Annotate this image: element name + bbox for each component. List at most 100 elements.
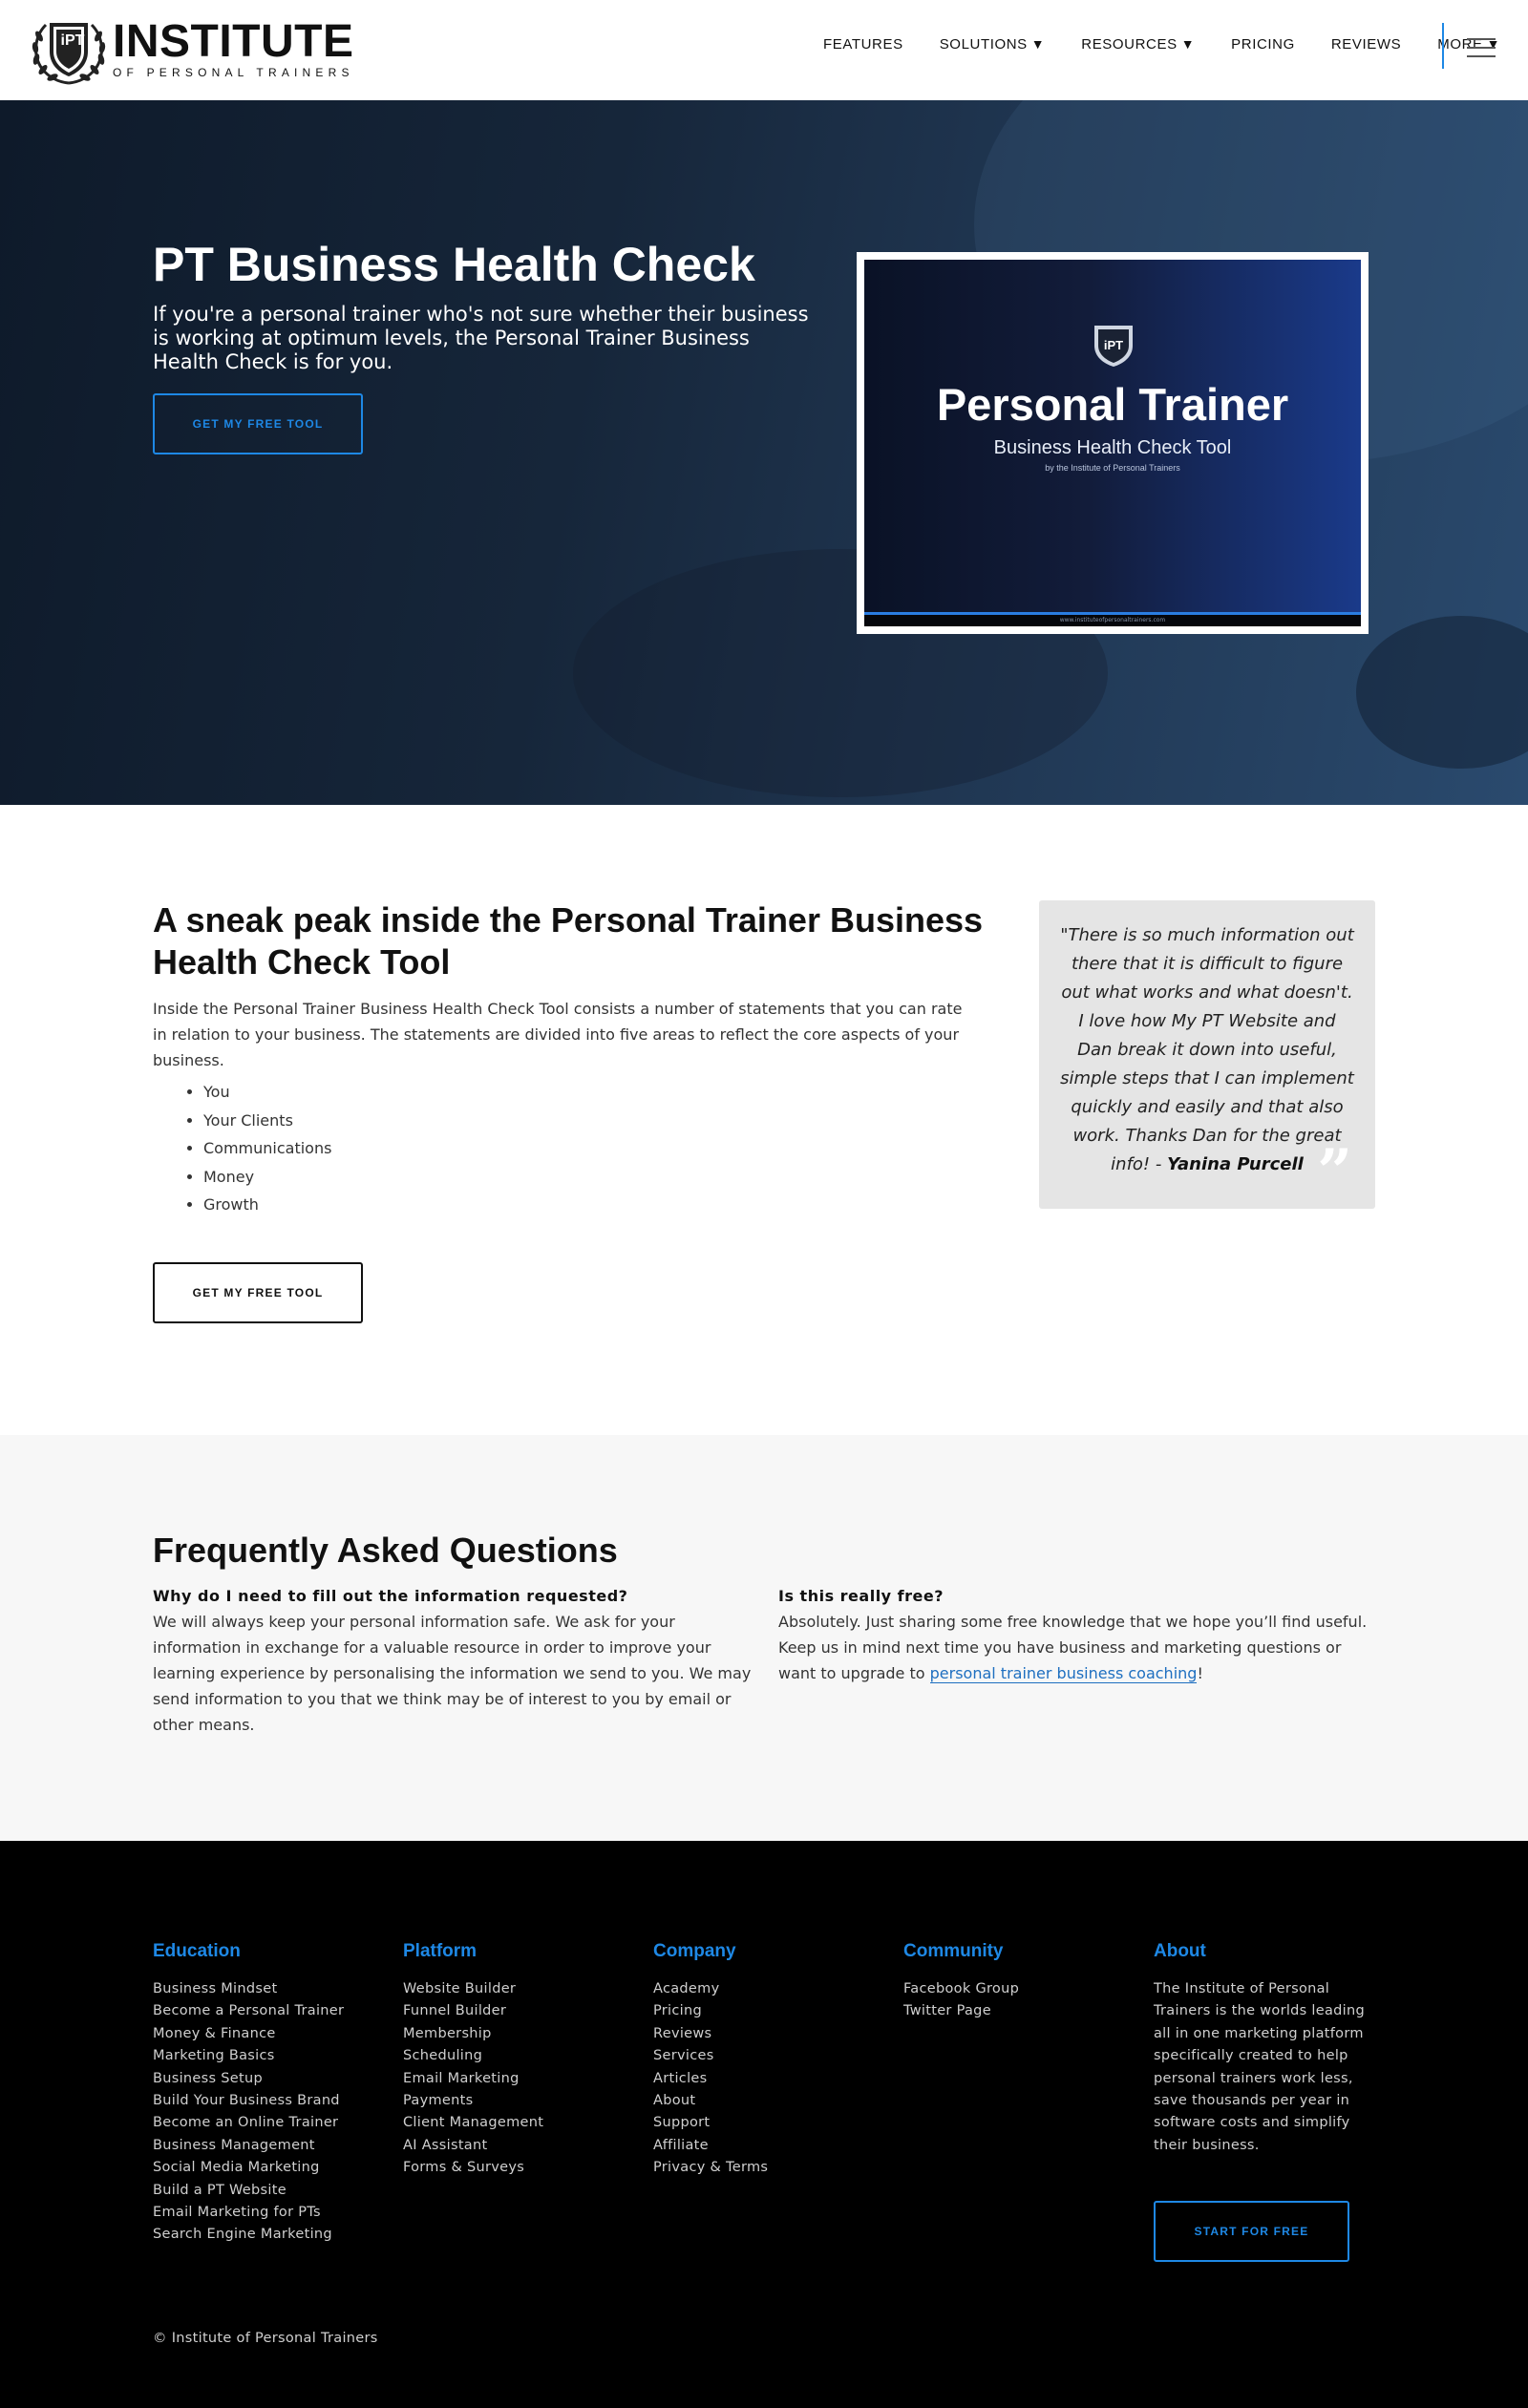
hero-title: PT Business Health Check (153, 238, 755, 291)
hero-subtitle: If you're a personal trainer who's not s… (153, 303, 809, 373)
nav-label: RESOURCES (1081, 36, 1178, 53)
faq-question: Why do I need to fill out the informatio… (153, 1587, 628, 1605)
footer-link[interactable]: Email Marketing (403, 2068, 543, 2090)
list-item: Growth (203, 1191, 331, 1219)
promo-cover: iPT Personal Trainer Business Health Che… (864, 260, 1361, 626)
footer-link[interactable]: Business Mindset (153, 1978, 344, 2000)
site-footer: Education Business Mindset Become a Pers… (0, 1841, 1528, 2408)
footer-link[interactable]: Twitter Page (903, 2000, 1019, 2022)
logo-badge-label: iPT (61, 32, 85, 49)
footer-link[interactable]: Membership (403, 2023, 543, 2045)
copyright: © Institute of Personal Trainers (153, 2331, 378, 2346)
nav-solutions[interactable]: SOLUTIONS ▼ (940, 36, 1046, 53)
footer-link[interactable]: Search Engine Marketing (153, 2224, 344, 2246)
testimonial-author: Yanina Purcell (1167, 1154, 1304, 1174)
footer-link[interactable]: Become a Personal Trainer (153, 2000, 344, 2022)
faq-answer: Absolutely. Just sharing some free knowl… (778, 1609, 1380, 1686)
footer-column-platform: Platform Website Builder Funnel Builder … (403, 1941, 543, 2180)
list-item: Communications (203, 1134, 331, 1163)
footer-link[interactable]: About (653, 2090, 768, 2112)
footer-column-about: About The Institute of Personal Trainers… (1154, 1941, 1383, 2157)
footer-column-community: Community Facebook Group Twitter Page (903, 1941, 1019, 2023)
site-header: INSTITUTE OF PERSONAL TRAINERS iPT FEATU… (0, 0, 1528, 100)
promo-badge-label: iPT (1104, 338, 1123, 352)
nav-label: PRICING (1231, 36, 1295, 53)
faq-title: Frequently Asked Questions (153, 1531, 618, 1570)
footer-link[interactable]: Scheduling (403, 2045, 543, 2067)
kettlebell-silhouette (1356, 616, 1528, 769)
logo-badge-text: iPT (61, 32, 85, 49)
footer-link[interactable]: Money & Finance (153, 2023, 344, 2045)
footer-heading: About (1154, 1941, 1206, 1961)
footer-link[interactable]: Privacy & Terms (653, 2157, 768, 2179)
list-item: You (203, 1078, 331, 1107)
footer-link[interactable]: Marketing Basics (153, 2045, 344, 2067)
footer-link[interactable]: Reviews (653, 2023, 768, 2045)
nav-features[interactable]: FEATURES (823, 36, 903, 53)
areas-list: You Your Clients Communications Money Gr… (203, 1078, 331, 1219)
hamburger-menu-icon[interactable] (1467, 38, 1496, 57)
section-title: A sneak peak inside the Personal Trainer… (153, 900, 984, 982)
list-item: Money (203, 1163, 331, 1192)
nav-label: REVIEWS (1330, 36, 1402, 53)
footer-link[interactable]: AI Assistant (403, 2135, 543, 2157)
faq-answer: We will always keep your personal inform… (153, 1613, 752, 1734)
footer-link[interactable]: Email Marketing for PTs (153, 2202, 344, 2224)
footer-heading: Company (653, 1941, 736, 1961)
footer-link[interactable]: Pricing (653, 2000, 768, 2022)
footer-link[interactable]: Social Media Marketing (153, 2157, 344, 2179)
footer-link[interactable]: Forms & Surveys (403, 2157, 543, 2179)
footer-heading: Community (903, 1941, 1004, 1961)
footer-link[interactable]: Funnel Builder (403, 2000, 543, 2022)
start-for-free-button[interactable]: START FOR FREE (1154, 2201, 1349, 2262)
footer-link[interactable]: Website Builder (403, 1978, 543, 2000)
testimonial-text: "There is so much information out there … (1060, 921, 1354, 1179)
footer-link[interactable]: Affiliate (653, 2135, 768, 2157)
testimonial-card: "There is so much information out there … (1039, 900, 1375, 1209)
faq-answer-end: ! (1197, 1664, 1203, 1682)
nav-label: FEATURES (823, 36, 903, 53)
footer-heading: Platform (403, 1941, 478, 1961)
section-paragraph: Inside the Personal Trainer Business Hea… (153, 1000, 963, 1069)
nav-resources[interactable]: RESOURCES ▼ (1081, 36, 1195, 53)
footer-link[interactable]: Articles (653, 2068, 768, 2090)
footer-link[interactable]: Support (653, 2112, 768, 2134)
laurel-badge-icon (29, 13, 109, 86)
logo-wordmark: INSTITUTE OF PERSONAL TRAINERS (113, 16, 354, 80)
logo-sub-text: OF PERSONAL TRAINERS (113, 66, 354, 79)
hero-section: PT Business Health Check If you're a per… (0, 100, 1528, 805)
footer-link[interactable]: Build a PT Website (153, 2180, 344, 2202)
footer-link[interactable]: Business Setup (153, 2068, 344, 2090)
footer-link[interactable]: Client Management (403, 2112, 543, 2134)
footer-heading: Education (153, 1941, 241, 1961)
nav-pricing[interactable]: PRICING (1231, 36, 1295, 53)
promo-footer-url: www.instituteofpersonaltrainers.com (864, 615, 1361, 626)
promo-image: iPT Personal Trainer Business Health Che… (857, 252, 1369, 634)
get-free-tool-button[interactable]: GET MY FREE TOOL (153, 393, 363, 454)
site-logo[interactable]: INSTITUTE OF PERSONAL TRAINERS (29, 13, 354, 86)
promo-title: Personal Trainer (936, 379, 1289, 430)
coaching-link[interactable]: personal trainer business coaching (929, 1664, 1198, 1683)
quote-mark-icon: ” (1317, 1136, 1352, 1208)
get-free-tool-button-secondary[interactable]: GET MY FREE TOOL (153, 1262, 363, 1323)
footer-link[interactable]: Facebook Group (903, 1978, 1019, 2000)
testimonial-body: "There is so much information out there … (1060, 925, 1354, 1174)
promo-subtitle: Business Health Check Tool (993, 437, 1232, 458)
footer-link[interactable]: Build Your Business Brand (153, 2090, 344, 2112)
footer-link[interactable]: Business Management (153, 2135, 344, 2157)
footer-column-education: Education Business Mindset Become a Pers… (153, 1941, 344, 2247)
faq-question: Is this really free? (778, 1587, 944, 1605)
logo-main-text: INSTITUTE (113, 16, 354, 67)
footer-link[interactable]: Payments (403, 2090, 543, 2112)
ipt-shield-icon: iPT (1090, 323, 1137, 369)
caret-down-icon: ▼ (1030, 36, 1046, 52)
footer-about-text: The Institute of Personal Trainers is th… (1154, 1981, 1365, 2153)
footer-link[interactable]: Academy (653, 1978, 768, 2000)
footer-link[interactable]: Become an Online Trainer (153, 2112, 344, 2134)
nav-reviews[interactable]: REVIEWS (1331, 36, 1401, 53)
main-nav: FEATURES SOLUTIONS ▼ RESOURCES ▼ PRICING R… (823, 36, 1528, 53)
nav-divider (1442, 23, 1444, 69)
faq-section: Frequently Asked Questions Why do I need… (0, 1435, 1528, 1841)
footer-link[interactable]: Services (653, 2045, 768, 2067)
footer-column-company: Company Academy Pricing Reviews Services… (653, 1941, 768, 2180)
